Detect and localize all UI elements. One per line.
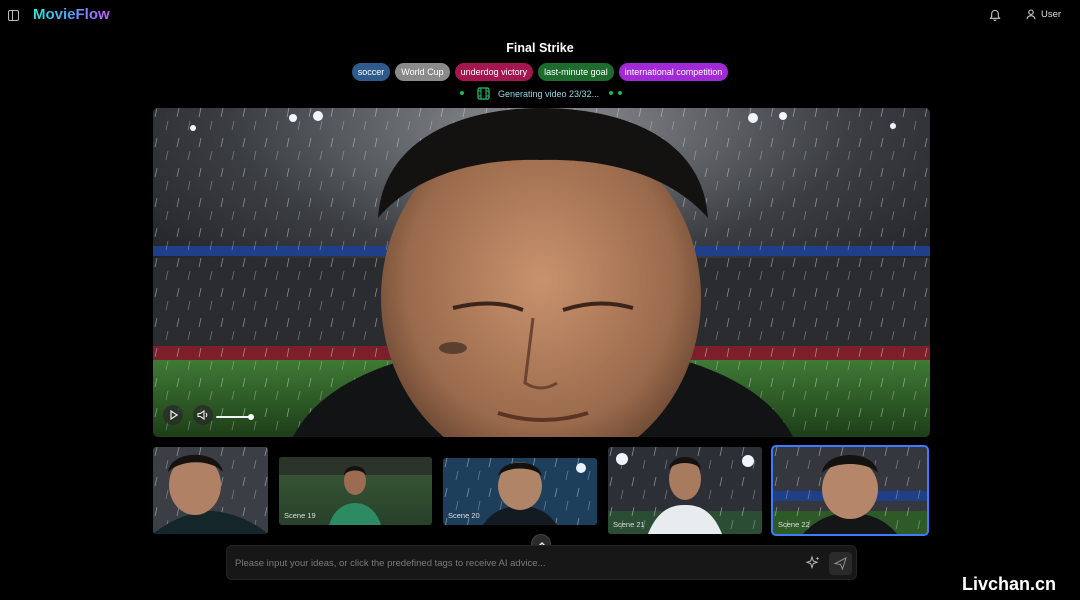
tag-list: soccer World Cup underdog victory last-m… bbox=[0, 63, 1080, 81]
status-dot bbox=[609, 91, 613, 95]
send-icon bbox=[833, 556, 847, 571]
top-bar: MovieFlow User bbox=[0, 0, 1080, 32]
scene-thumbnail-22[interactable]: Scene 22 bbox=[771, 445, 929, 536]
tag-underdog-victory[interactable]: underdog victory bbox=[454, 63, 534, 81]
bell-icon[interactable] bbox=[989, 9, 1001, 22]
tag-soccer[interactable]: soccer bbox=[351, 63, 391, 81]
prompt-bar bbox=[226, 545, 857, 580]
tag-world-cup[interactable]: World Cup bbox=[395, 63, 450, 81]
generation-status: Generating video 23/32... bbox=[0, 86, 1080, 102]
scene-image bbox=[153, 447, 268, 534]
player-frame-image bbox=[153, 108, 930, 437]
film-icon bbox=[477, 87, 490, 100]
sparkle-icon[interactable] bbox=[805, 555, 821, 571]
scene-label: Scene 22 bbox=[778, 520, 810, 529]
scene-thumbnail[interactable] bbox=[153, 447, 268, 534]
tag-last-minute-goal[interactable]: last-minute goal bbox=[538, 63, 614, 81]
video-progress-bar[interactable] bbox=[216, 416, 250, 418]
watermark: Livchan.cn bbox=[962, 574, 1057, 594]
play-icon bbox=[170, 409, 179, 421]
volume-button[interactable] bbox=[193, 405, 213, 425]
user-label: User bbox=[1041, 9, 1062, 20]
play-button[interactable] bbox=[163, 405, 183, 425]
scene-label: Scene 20 bbox=[448, 511, 480, 520]
tag-international-competition[interactable]: international competition bbox=[618, 63, 729, 81]
project-title: Final Strike bbox=[506, 41, 574, 55]
send-button[interactable] bbox=[829, 552, 852, 575]
volume-icon bbox=[197, 409, 208, 421]
scene-thumbnail-20[interactable]: Scene 20 bbox=[443, 458, 597, 525]
scene-label: Scene 19 bbox=[284, 511, 316, 520]
video-progress-handle[interactable] bbox=[248, 414, 254, 420]
status-text: Generating video 23/32... bbox=[498, 89, 600, 99]
scene-label: Scene 21 bbox=[613, 520, 645, 529]
brand-logo[interactable]: MovieFlow bbox=[33, 6, 110, 23]
status-dot bbox=[460, 91, 464, 95]
video-player[interactable] bbox=[153, 108, 930, 437]
sidebar-toggle-icon[interactable] bbox=[8, 10, 19, 21]
scene-thumbnail-19[interactable]: Scene 19 bbox=[279, 457, 432, 525]
status-dot bbox=[618, 91, 622, 95]
user-icon bbox=[1026, 9, 1036, 20]
scene-thumbnail-21[interactable]: Scene 21 bbox=[608, 447, 762, 534]
prompt-input[interactable] bbox=[235, 555, 795, 572]
user-menu[interactable]: User bbox=[1026, 9, 1061, 20]
